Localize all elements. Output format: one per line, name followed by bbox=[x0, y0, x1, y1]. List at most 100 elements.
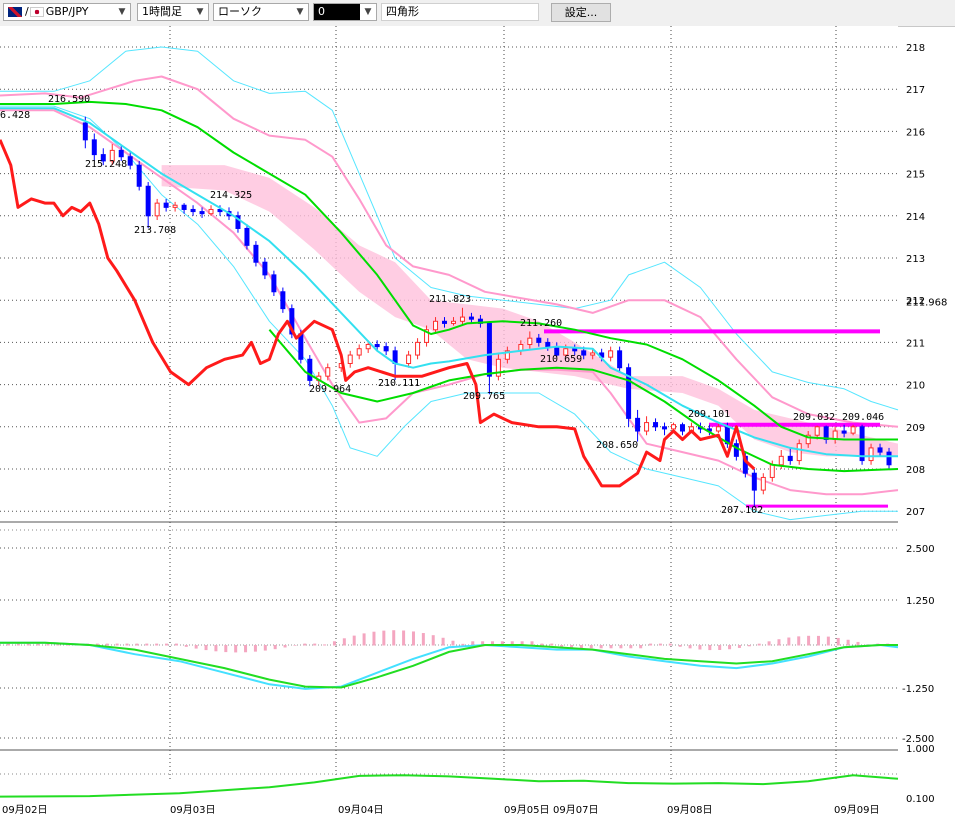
macd-hist-bar-36 bbox=[362, 633, 366, 646]
macd-hist-bar-86 bbox=[856, 641, 860, 646]
price-axis-tick-3: 215 bbox=[906, 170, 925, 181]
macd-hist-bar-63 bbox=[629, 645, 633, 649]
price-annotation-4: 213.708 bbox=[134, 225, 176, 236]
drawing-tool-label: 四角形 bbox=[386, 5, 419, 18]
macd-hist-bar-75 bbox=[747, 645, 751, 647]
macd-hist-bar-60 bbox=[599, 645, 603, 649]
color-select[interactable]: 0 ▼ bbox=[313, 3, 377, 21]
candle-body-41 bbox=[459, 316, 465, 322]
candle-body-18 bbox=[244, 227, 250, 246]
macd-hist-bar-2 bbox=[26, 643, 30, 646]
candle-body-9 bbox=[163, 202, 169, 208]
price-axis-tick-1: 217 bbox=[906, 85, 925, 96]
macd-hist-bar-67 bbox=[668, 643, 672, 646]
candle-body-55 bbox=[590, 352, 596, 356]
price-annotation-3: 214.325 bbox=[210, 190, 252, 201]
candle-body-42 bbox=[468, 316, 474, 320]
candle-body-44 bbox=[486, 322, 492, 377]
candle-body-78 bbox=[796, 443, 802, 462]
candle-body-25 bbox=[307, 358, 313, 381]
macd-hist-bar-16 bbox=[165, 643, 169, 646]
price-axis-tick-9: 209 bbox=[906, 423, 925, 434]
macd-hist-bar-29 bbox=[293, 645, 297, 646]
candle-body-84 bbox=[850, 426, 856, 434]
candle-body-76 bbox=[778, 455, 784, 466]
macd-hist-bar-78 bbox=[777, 639, 781, 646]
macd-hist-bar-80 bbox=[797, 636, 801, 646]
candle-body-62 bbox=[653, 422, 659, 428]
price-axis-tick-7: 211 bbox=[906, 338, 925, 349]
candle-body-60 bbox=[635, 417, 641, 432]
candle-body-30 bbox=[356, 348, 362, 356]
price-annotation-7: 210.659 bbox=[540, 354, 582, 365]
macd-hist-bar-73 bbox=[728, 645, 732, 650]
currency-pair-select[interactable]: / GBP/JPY ▼ bbox=[3, 3, 131, 21]
macd-hist-bar-84 bbox=[836, 637, 840, 646]
chart-type-label: ローソク bbox=[218, 5, 262, 18]
macd-hist-bar-27 bbox=[273, 645, 277, 650]
drawing-tool-field[interactable]: 四角形 bbox=[381, 3, 539, 21]
candle-body-10 bbox=[172, 204, 178, 208]
timeframe-select[interactable]: 1時間足 ▼ bbox=[137, 3, 209, 21]
candle-body-11 bbox=[181, 204, 187, 210]
macd-hist-bar-0 bbox=[6, 643, 10, 646]
candle-body-54 bbox=[581, 350, 587, 356]
uk-flag-icon bbox=[8, 7, 22, 17]
price-annotation-2: 215.248 bbox=[85, 159, 127, 170]
price-axis-tick-8: 210 bbox=[906, 381, 925, 392]
candle-body-40 bbox=[450, 320, 456, 324]
candle-body-29 bbox=[347, 354, 353, 364]
candle-body-49 bbox=[536, 337, 542, 343]
macd-hist-bar-85 bbox=[846, 639, 850, 646]
macd-hist-bar-38 bbox=[382, 630, 386, 646]
sub-axis-tick-0: 1.000 bbox=[906, 744, 935, 755]
settings-button[interactable]: 設定... bbox=[551, 3, 611, 22]
macd-hist-bar-41 bbox=[411, 631, 415, 646]
candle-body-36 bbox=[415, 341, 421, 356]
price-annotation-0: 216.590 bbox=[48, 94, 90, 105]
candle-body-75 bbox=[769, 464, 775, 478]
macd-hist-bar-22 bbox=[224, 645, 228, 653]
candle-body-61 bbox=[644, 422, 650, 432]
candle-body-24 bbox=[298, 333, 304, 360]
macd-hist-bar-79 bbox=[787, 637, 791, 646]
candle-body-80 bbox=[814, 426, 820, 436]
candle-body-69 bbox=[715, 426, 721, 432]
macd-hist-bar-1 bbox=[16, 643, 20, 646]
candle-body-8 bbox=[154, 202, 160, 217]
macd-hist-bar-71 bbox=[708, 645, 712, 651]
price-annotation-12: 208.650 bbox=[596, 440, 638, 451]
macd-hist-bar-21 bbox=[214, 645, 218, 652]
candle-body-57 bbox=[608, 350, 614, 358]
macd-axis-tick-2: -1.250 bbox=[902, 684, 934, 695]
candle-body-20 bbox=[262, 261, 268, 276]
candle-body-86 bbox=[868, 447, 874, 462]
candle-body-12 bbox=[190, 208, 196, 213]
price-axis-tick-2: 216 bbox=[906, 127, 925, 138]
timeframe-label: 1時間足 bbox=[142, 5, 182, 18]
chart-type-select[interactable]: ローソク ▼ bbox=[213, 3, 309, 21]
macd-hist-bar-61 bbox=[609, 645, 613, 649]
candle-body-88 bbox=[886, 451, 892, 466]
candle-body-0 bbox=[82, 122, 88, 141]
price-annotation-14: 209.046 bbox=[842, 412, 884, 423]
candle-body-6 bbox=[136, 164, 142, 187]
x-axis-label-3: 09月05日 bbox=[504, 804, 549, 816]
candle-body-27 bbox=[325, 367, 331, 377]
macd-hist-bar-44 bbox=[441, 637, 445, 646]
candle-body-83 bbox=[841, 430, 847, 434]
chevron-down-icon: ▼ bbox=[296, 7, 304, 17]
candle-body-22 bbox=[280, 291, 286, 310]
candle-body-87 bbox=[877, 447, 883, 453]
candle-body-31 bbox=[365, 344, 371, 350]
price-axis-tick-10: 208 bbox=[906, 465, 925, 476]
sub-axis-tick-1: 0.100 bbox=[906, 794, 935, 805]
macd-hist-bar-64 bbox=[639, 645, 643, 649]
x-axis-label-0: 09月02日 bbox=[2, 804, 47, 816]
macd-hist-bar-34 bbox=[342, 638, 346, 646]
macd-hist-bar-17 bbox=[174, 643, 178, 646]
candle-body-19 bbox=[253, 244, 259, 263]
macd-hist-bar-12 bbox=[125, 643, 129, 646]
candle-body-74 bbox=[760, 476, 766, 491]
x-axis-label-2: 09月04日 bbox=[338, 804, 383, 816]
